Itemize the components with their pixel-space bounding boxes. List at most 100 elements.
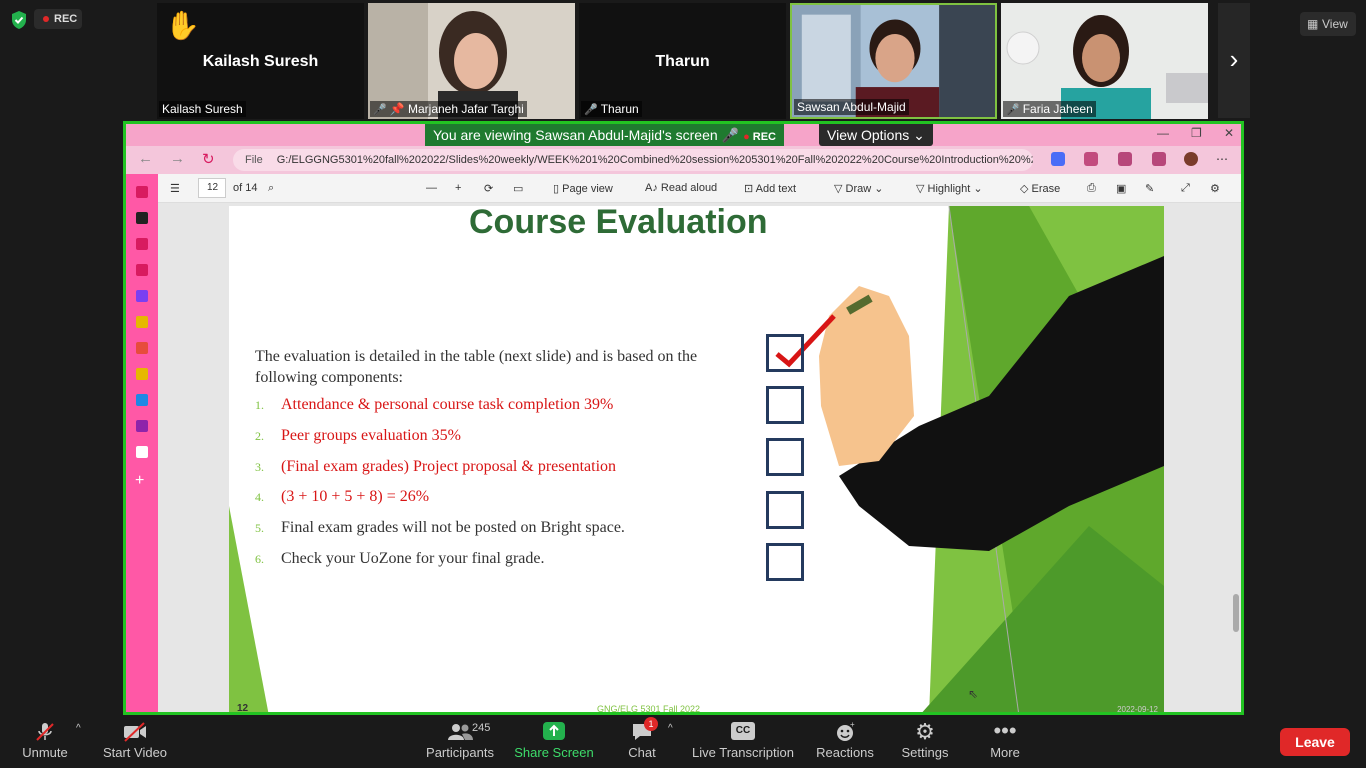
participant-tile-marjaneh[interactable]: 🎤 📌 Marjaneh Jafar Targhi bbox=[368, 3, 575, 119]
zoom-extension-icon[interactable] bbox=[1051, 152, 1065, 166]
participants-button[interactable]: 245 Participants bbox=[424, 715, 496, 768]
checkbox-graphic bbox=[766, 543, 804, 581]
sidebar-drive3-icon[interactable] bbox=[136, 394, 148, 406]
chevron-right-icon: › bbox=[1229, 44, 1239, 74]
checkbox-graphic bbox=[766, 438, 804, 476]
page-view-button[interactable]: ▯ Page view bbox=[553, 182, 613, 195]
list-item: 5. Final exam grades will not be posted o… bbox=[255, 519, 625, 537]
sidebar-teams-icon[interactable] bbox=[136, 290, 148, 302]
list-item: 2. Peer groups evaluation 35% bbox=[255, 427, 461, 445]
share-screen-icon bbox=[514, 715, 594, 745]
fit-page-icon[interactable]: ▭ bbox=[513, 182, 523, 195]
list-item: 6. Check your UoZone for your final grade… bbox=[255, 550, 544, 568]
leave-button[interactable]: Leave bbox=[1280, 728, 1350, 756]
reactions-button[interactable]: + Reactions bbox=[814, 715, 876, 768]
audio-options-caret-icon[interactable]: ^ bbox=[76, 723, 81, 734]
more-menu-icon[interactable]: ⋯ bbox=[1216, 152, 1230, 166]
participant-tile-sawsan[interactable]: Sawsan Abdul-Majid bbox=[790, 3, 997, 119]
scrollbar-thumb[interactable] bbox=[1233, 594, 1239, 632]
sidebar-active-pdf-icon[interactable] bbox=[136, 446, 148, 458]
vertical-scrollbar[interactable] bbox=[1233, 179, 1239, 712]
participant-name-text: Marjaneh Jafar Targhi bbox=[408, 102, 524, 116]
next-page-button[interactable]: › bbox=[1218, 3, 1250, 118]
view-options-button[interactable]: View Options ⌄ bbox=[819, 124, 933, 146]
sidebar-drive2-icon[interactable] bbox=[136, 368, 148, 380]
participant-tile-faria[interactable]: 🎤 Faria Jaheen bbox=[1001, 3, 1208, 119]
print-icon[interactable]: ⎙ bbox=[1087, 182, 1096, 195]
share-screen-button[interactable]: Share Screen bbox=[514, 715, 594, 768]
erase-button[interactable]: ◇ Erase bbox=[1020, 182, 1060, 195]
recording-badge[interactable]: REC bbox=[34, 9, 82, 29]
zoom-in-icon[interactable]: + bbox=[455, 182, 461, 194]
participants-label: Participants bbox=[426, 745, 494, 760]
participant-big-name: Tharun bbox=[655, 53, 710, 70]
page-number-input[interactable]: 12 bbox=[198, 178, 226, 198]
item-number: 5. bbox=[255, 521, 264, 535]
collections-icon[interactable] bbox=[1152, 152, 1166, 166]
url-field[interactable]: File G:/ELGGNG5301%20fall%202022/Slides%2… bbox=[233, 149, 1033, 171]
item-number: 1. bbox=[255, 398, 264, 412]
close-icon[interactable]: ✕ bbox=[1224, 126, 1234, 140]
favorites-icon[interactable] bbox=[1118, 152, 1132, 166]
settings-button[interactable]: ⚙ Settings bbox=[898, 715, 952, 768]
participant-name-text: Tharun bbox=[600, 102, 639, 116]
item-text: Final exam grades will not be posted on … bbox=[281, 519, 625, 536]
read-aloud-button[interactable]: A♪ Read aloud bbox=[645, 182, 717, 194]
live-transcription-label: Live Transcription bbox=[692, 745, 794, 760]
more-button[interactable]: ••• More bbox=[980, 715, 1030, 768]
fullscreen-icon[interactable]: ⤢ bbox=[1181, 182, 1190, 195]
page-view-icon: ▯ bbox=[553, 183, 563, 195]
add-icon[interactable]: + bbox=[135, 472, 144, 490]
item-text: (Final exam grades) Project proposal & p… bbox=[281, 458, 617, 475]
participant-tile-kailash[interactable]: ✋ Kailash Suresh Kailash Suresh bbox=[157, 3, 364, 119]
zoom-out-icon[interactable]: — bbox=[426, 182, 437, 194]
sidebar-app-icon[interactable] bbox=[136, 420, 148, 432]
mic-icon: 🎤 bbox=[721, 127, 740, 143]
viewing-text: You are viewing Sawsan Abdul-Majid's scr… bbox=[433, 127, 718, 143]
chat-button[interactable]: 1 Chat bbox=[622, 715, 662, 768]
page-view-label: Page view bbox=[562, 183, 613, 195]
draw-button[interactable]: ▽ Draw ⌄ bbox=[834, 182, 883, 195]
start-video-button[interactable]: Start Video bbox=[100, 715, 170, 768]
item-number: 4. bbox=[255, 490, 264, 504]
sidebar-tab-icon[interactable] bbox=[136, 186, 148, 198]
rotate-icon[interactable]: ⟳ bbox=[484, 182, 493, 195]
refresh-icon[interactable]: ↻ bbox=[202, 150, 215, 168]
reactions-label: Reactions bbox=[816, 745, 874, 760]
restore-icon[interactable]: ❐ bbox=[1191, 126, 1202, 140]
unmute-button[interactable]: Unmute bbox=[18, 715, 72, 768]
contents-icon[interactable]: ☰ bbox=[170, 182, 180, 195]
save-as-icon[interactable]: ✎ bbox=[1145, 182, 1154, 195]
live-transcription-button[interactable]: CC Live Transcription bbox=[692, 715, 794, 768]
d2l-icon[interactable] bbox=[136, 212, 148, 224]
slide-number: 12 bbox=[237, 703, 249, 714]
slide-footer: GNG/ELG 5301 Fall 2022 bbox=[597, 704, 701, 714]
view-button[interactable]: View bbox=[1300, 12, 1356, 36]
highlight-button[interactable]: ▽ Highlight ⌄ bbox=[916, 182, 983, 195]
share-screen-label: Share Screen bbox=[514, 745, 594, 760]
search-icon[interactable]: ⌕ bbox=[268, 182, 274, 195]
sidebar-pdf-icon[interactable] bbox=[136, 264, 148, 276]
extensions-icon[interactable] bbox=[1084, 152, 1098, 166]
settings-gear-icon[interactable]: ⚙ bbox=[1210, 182, 1220, 195]
checkbox-graphic bbox=[766, 491, 804, 529]
url-scheme-label: File bbox=[245, 154, 263, 166]
participant-tile-tharun[interactable]: Tharun 🎤 Tharun bbox=[579, 3, 786, 119]
sidebar-google-icon[interactable] bbox=[136, 342, 148, 354]
more-label: More bbox=[990, 745, 1020, 760]
security-shield-icon[interactable] bbox=[10, 10, 28, 30]
save-icon[interactable]: ▣ bbox=[1116, 182, 1126, 195]
sidebar-doc-icon[interactable] bbox=[136, 238, 148, 250]
forward-icon[interactable]: → bbox=[170, 150, 185, 167]
muted-mic-icon: 🎤 bbox=[373, 104, 387, 116]
chat-options-caret-icon[interactable]: ^ bbox=[668, 723, 673, 734]
sidebar-drive-icon[interactable] bbox=[136, 316, 148, 328]
back-icon[interactable]: ← bbox=[138, 150, 153, 167]
slide-intro: The evaluation is detailed in the table … bbox=[255, 348, 698, 386]
minimize-icon[interactable]: — bbox=[1157, 126, 1169, 140]
profile-avatar[interactable] bbox=[1184, 152, 1198, 166]
add-text-button[interactable]: ⊡ Add text bbox=[744, 182, 796, 195]
browser-address-bar: ← → ↻ File G:/ELGGNG5301%20fall%202022/Sl… bbox=[126, 146, 1241, 174]
participant-name-label: 🎤 Faria Jaheen bbox=[1003, 101, 1096, 117]
more-dots-icon: ••• bbox=[993, 718, 1017, 743]
